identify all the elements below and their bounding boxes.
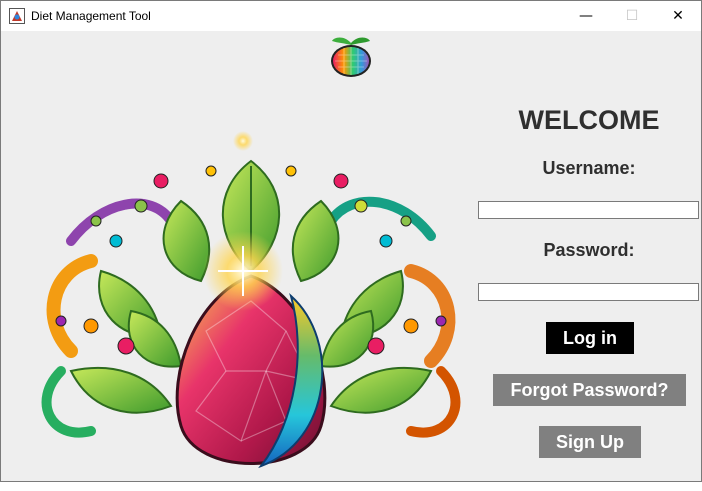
maximize-button[interactable]: ☐ <box>609 1 655 31</box>
sign-up-button[interactable]: Sign Up <box>539 426 641 458</box>
login-button[interactable]: Log in <box>546 322 634 354</box>
title-bar[interactable]: Diet Management Tool — ☐ ✕ <box>1 1 701 31</box>
window-title: Diet Management Tool <box>31 9 151 23</box>
username-label: Username: <box>542 158 636 178</box>
username-field[interactable] <box>478 201 699 219</box>
apple-logo-icon <box>331 37 371 77</box>
password-label: Password: <box>543 240 635 260</box>
forgot-password-button[interactable]: Forgot Password? <box>493 374 686 406</box>
minimize-button[interactable]: — <box>563 1 609 31</box>
app-window: Diet Management Tool — ☐ ✕ WELCOME Usern… <box>0 0 702 482</box>
close-button[interactable]: ✕ <box>655 1 701 31</box>
app-icon <box>9 8 25 24</box>
password-field[interactable] <box>478 283 699 301</box>
illustration-image <box>41 131 461 469</box>
login-panel: WELCOME Username: Password: Log in Forgo… <box>1 31 701 481</box>
welcome-heading: WELCOME <box>518 105 660 135</box>
